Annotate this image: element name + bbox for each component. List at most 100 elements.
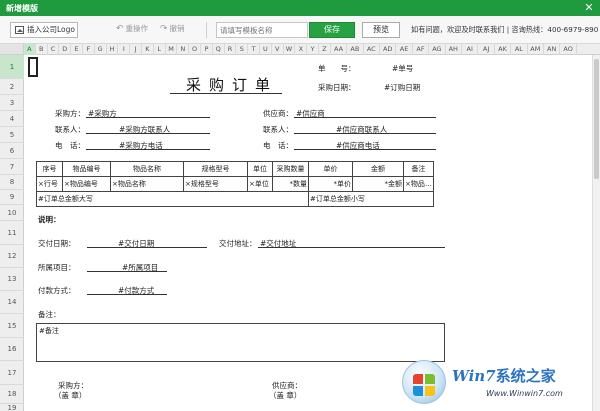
- total-upper-cell[interactable]: #订单总金额大写: [36, 191, 309, 207]
- column-header-ae[interactable]: AE: [396, 44, 413, 55]
- row-header-9[interactable]: 9: [0, 190, 24, 205]
- row-header-19[interactable]: 19: [0, 404, 24, 411]
- select-all-corner[interactable]: [0, 44, 24, 55]
- column-header-ai[interactable]: AI: [462, 44, 479, 55]
- total-lower-cell[interactable]: #订单总金额小写: [308, 191, 434, 207]
- remark-box[interactable]: #备注: [36, 323, 445, 362]
- column-header-o[interactable]: O: [189, 44, 201, 55]
- column-header-ad[interactable]: AD: [380, 44, 397, 55]
- row-header-3[interactable]: 3: [0, 95, 24, 111]
- column-header-u[interactable]: U: [260, 44, 272, 55]
- row-header-6[interactable]: 6: [0, 143, 24, 159]
- row-header-1[interactable]: 1: [0, 55, 24, 79]
- column-header-e[interactable]: E: [71, 44, 83, 55]
- column-header-an[interactable]: AN: [544, 44, 561, 55]
- row-header-15[interactable]: 15: [0, 314, 24, 338]
- row-header-16[interactable]: 16: [0, 338, 24, 361]
- column-header-s[interactable]: S: [236, 44, 249, 55]
- column-header-ac[interactable]: AC: [364, 44, 380, 55]
- column-header-ab[interactable]: AB: [347, 44, 364, 55]
- table-header-cell[interactable]: 物品编号: [62, 161, 111, 177]
- order-date-value[interactable]: #订购日期: [384, 82, 420, 93]
- column-header-ah[interactable]: AH: [446, 44, 462, 55]
- column-header-f[interactable]: F: [83, 44, 95, 55]
- table-header-cell[interactable]: 物品名称: [110, 161, 184, 177]
- row-header-8[interactable]: 8: [0, 175, 24, 190]
- column-header-ao[interactable]: AO: [560, 44, 577, 55]
- table-header-cell[interactable]: 采购数量: [272, 161, 309, 177]
- table-cell[interactable]: *单价: [308, 176, 353, 192]
- redo-button[interactable]: ↶ 重操作: [116, 23, 148, 34]
- active-cell-cursor[interactable]: [28, 57, 38, 77]
- close-icon[interactable]: ✕: [582, 1, 596, 15]
- undo-button[interactable]: ↷ 撤销: [160, 23, 185, 34]
- column-header-al[interactable]: AL: [511, 44, 528, 55]
- table-header-cell[interactable]: 序号: [36, 161, 63, 177]
- row-header-17[interactable]: 17: [0, 361, 24, 385]
- order-no-value[interactable]: #单号: [392, 63, 413, 74]
- table-header-cell[interactable]: 单位: [247, 161, 273, 177]
- column-header-m[interactable]: M: [166, 44, 178, 55]
- row-header-18[interactable]: 18: [0, 385, 24, 404]
- watermark-brand: Win7系统之家: [452, 365, 556, 386]
- column-header-h[interactable]: H: [107, 44, 119, 55]
- supplier-phone-underline: [294, 149, 436, 150]
- table-cell[interactable]: ×物品名称: [110, 176, 184, 192]
- column-header-d[interactable]: D: [59, 44, 72, 55]
- buyer-label: 采购方：: [55, 109, 85, 118]
- table-cell[interactable]: *金额: [352, 176, 404, 192]
- table-cell[interactable]: ×规格型号: [183, 176, 248, 192]
- column-header-j[interactable]: J: [130, 44, 142, 55]
- column-header-v[interactable]: V: [272, 44, 284, 55]
- row-header-4[interactable]: 4: [0, 111, 24, 127]
- column-header-x[interactable]: X: [295, 44, 308, 55]
- save-button[interactable]: 保存: [309, 22, 355, 38]
- sign-supplier-stamp: （盖 章）: [269, 391, 302, 400]
- table-cell[interactable]: ×行号: [36, 176, 63, 192]
- template-name-input[interactable]: [216, 22, 308, 38]
- row-header-13[interactable]: 13: [0, 268, 24, 291]
- column-header-l[interactable]: L: [154, 44, 166, 55]
- column-header-q[interactable]: Q: [213, 44, 225, 55]
- column-header-ag[interactable]: AG: [429, 44, 446, 55]
- row-header-12[interactable]: 12: [0, 245, 24, 268]
- column-header-p[interactable]: P: [201, 44, 213, 55]
- preview-button[interactable]: 预览: [362, 22, 400, 38]
- table-cell[interactable]: ×物品编号: [62, 176, 111, 192]
- column-header-r[interactable]: R: [225, 44, 237, 55]
- column-header-aj[interactable]: AJ: [478, 44, 495, 55]
- column-header-n[interactable]: N: [177, 44, 190, 55]
- column-header-af[interactable]: AF: [413, 44, 430, 55]
- row-header-7[interactable]: 7: [0, 159, 24, 175]
- table-header-cell[interactable]: 备注: [403, 161, 434, 177]
- column-header-g[interactable]: G: [95, 44, 107, 55]
- insert-logo-button[interactable]: 插入公司Logo: [10, 22, 78, 38]
- delivery-date-underline: [87, 247, 207, 248]
- window-title: 新增模版: [6, 4, 38, 13]
- column-header-ak[interactable]: AK: [495, 44, 512, 55]
- column-header-b[interactable]: B: [36, 44, 48, 55]
- table-header-cell[interactable]: 单价: [308, 161, 353, 177]
- table-cell[interactable]: ×物品…: [403, 176, 434, 192]
- row-header-5[interactable]: 5: [0, 127, 24, 143]
- table-header-cell[interactable]: 规格型号: [183, 161, 248, 177]
- column-header-y[interactable]: Y: [307, 44, 319, 55]
- scrollbar-thumb[interactable]: [594, 59, 599, 179]
- column-header-k[interactable]: K: [142, 44, 154, 55]
- form-title[interactable]: 采购订单: [186, 74, 278, 95]
- column-header-c[interactable]: C: [48, 44, 60, 55]
- column-header-aa[interactable]: AA: [331, 44, 348, 55]
- row-header-2[interactable]: 2: [0, 79, 24, 95]
- row-header-10[interactable]: 10: [0, 205, 24, 221]
- column-header-t[interactable]: T: [248, 44, 260, 55]
- column-header-i[interactable]: I: [118, 44, 131, 55]
- column-header-a[interactable]: A: [24, 44, 36, 55]
- table-header-cell[interactable]: 金额: [352, 161, 404, 177]
- table-cell[interactable]: ×单位: [247, 176, 273, 192]
- table-cell[interactable]: *数量: [272, 176, 309, 192]
- row-header-14[interactable]: 14: [0, 291, 24, 314]
- column-header-w[interactable]: W: [284, 44, 296, 55]
- row-header-11[interactable]: 11: [0, 221, 24, 245]
- column-header-z[interactable]: Z: [319, 44, 331, 55]
- column-header-am[interactable]: AM: [528, 44, 544, 55]
